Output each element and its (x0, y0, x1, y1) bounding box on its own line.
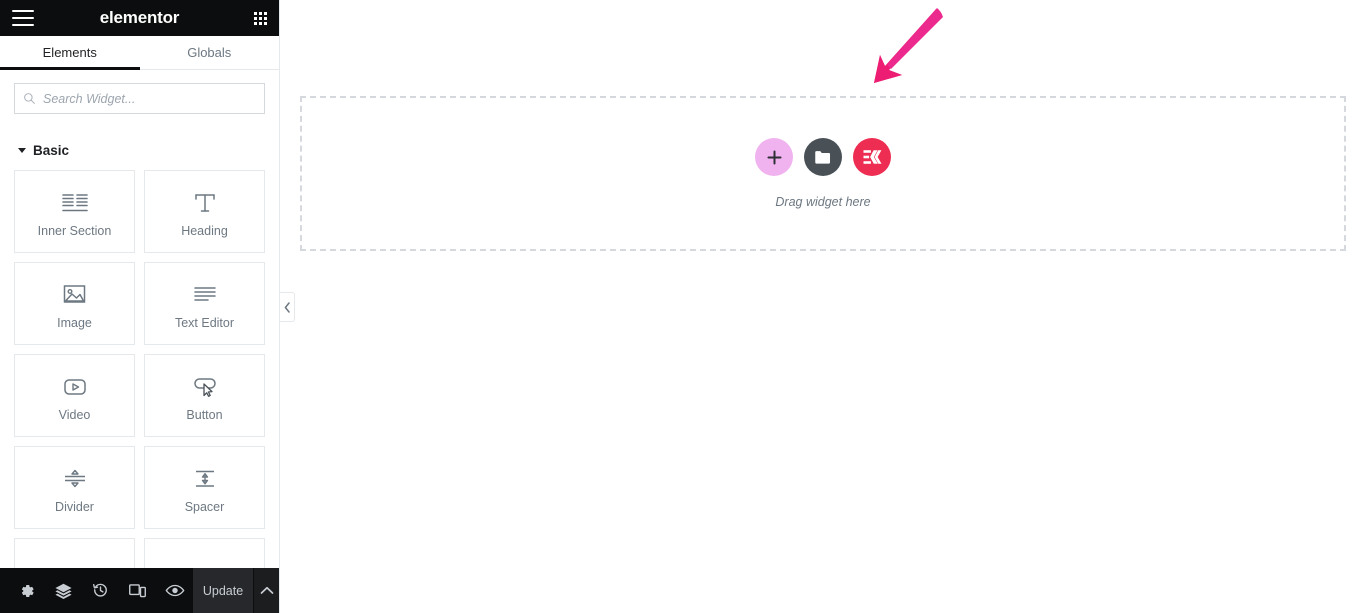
widget-label: Spacer (184, 499, 225, 514)
search-widget-box[interactable] (14, 83, 265, 114)
panel-header: elementor (0, 0, 279, 36)
tab-elements[interactable]: Elements (0, 36, 140, 70)
widget-heading[interactable]: Heading (144, 170, 265, 253)
settings-gear-icon[interactable] (8, 568, 45, 613)
section-title-label: Basic (33, 143, 70, 158)
widget-partial[interactable] (144, 538, 265, 568)
hamburger-icon[interactable] (12, 10, 34, 26)
widget-button[interactable]: Button (144, 354, 265, 437)
heading-icon (192, 186, 218, 220)
elementor-panel: elementor Elements Globals Search Widget… (0, 0, 295, 613)
spacer-icon (191, 462, 219, 496)
elementor-logo-title: elementor (99, 8, 180, 27)
section-header-basic[interactable]: Basic (18, 143, 265, 158)
tab-globals[interactable]: Globals (139, 36, 279, 69)
search-widget-wrap (0, 70, 279, 114)
drop-zone-actions (755, 138, 891, 176)
plus-icon (766, 149, 782, 165)
section-drop-zone[interactable]: Drag widget here (300, 96, 1346, 251)
update-button-label: Update (202, 583, 244, 598)
text-editor-icon (191, 278, 219, 312)
annotation-arrow (874, 8, 943, 83)
widget-video[interactable]: Video (14, 354, 135, 437)
ek-addons-button[interactable] (853, 138, 891, 176)
add-template-button[interactable] (804, 138, 842, 176)
caret-down-icon (18, 148, 26, 153)
widget-label: Heading (181, 223, 228, 238)
widget-label: Video (58, 407, 91, 422)
grid-apps-icon[interactable] (254, 11, 267, 25)
widget-grid: Inner Section Heading Image Text Editor … (14, 170, 265, 568)
update-button[interactable]: Update (193, 568, 253, 613)
widget-image[interactable]: Image (14, 262, 135, 345)
drag-widget-here-label: Drag widget here (775, 195, 871, 209)
widget-label: Text Editor (174, 315, 235, 330)
widget-label: Image (57, 315, 92, 330)
inner-section-icon (61, 186, 89, 220)
divider-icon (61, 462, 89, 496)
video-icon (61, 370, 89, 404)
widget-label: Inner Section (37, 223, 112, 238)
widget-panel-body[interactable]: Basic Inner Section Heading Image Text E… (0, 114, 279, 568)
widget-label: Divider (55, 499, 94, 514)
tab-globals-label: Globals (187, 45, 232, 60)
widget-text-editor[interactable]: Text Editor (144, 262, 265, 345)
folder-icon (815, 151, 831, 164)
footer-icon-group (0, 568, 193, 613)
widget-spacer[interactable]: Spacer (144, 446, 265, 529)
widget-divider[interactable]: Divider (14, 446, 135, 529)
responsive-device-icon[interactable] (119, 568, 156, 613)
widget-label: Button (186, 407, 223, 422)
preview-eye-icon[interactable] (156, 568, 193, 613)
tab-elements-label: Elements (42, 45, 97, 60)
widget-inner-section[interactable]: Inner Section (14, 170, 135, 253)
panel-collapse-toggle[interactable] (280, 292, 295, 322)
panel-footer: Update (0, 568, 279, 613)
chevron-up-icon[interactable] (253, 568, 279, 613)
search-icon (24, 93, 35, 104)
image-icon (61, 278, 88, 312)
chevron-left-icon (284, 301, 290, 313)
elementor-editor: elementor Elements Globals Search Widget… (0, 0, 1359, 613)
widget-partial[interactable] (14, 538, 135, 568)
history-clock-icon[interactable] (82, 568, 119, 613)
panel-tabs: Elements Globals (0, 36, 279, 70)
editor-canvas[interactable]: Drag widget here (280, 0, 1359, 613)
button-icon (190, 370, 220, 404)
navigator-layers-icon[interactable] (45, 568, 82, 613)
ek-logo-icon (863, 150, 881, 164)
search-input[interactable] (43, 91, 256, 106)
add-section-button[interactable] (755, 138, 793, 176)
